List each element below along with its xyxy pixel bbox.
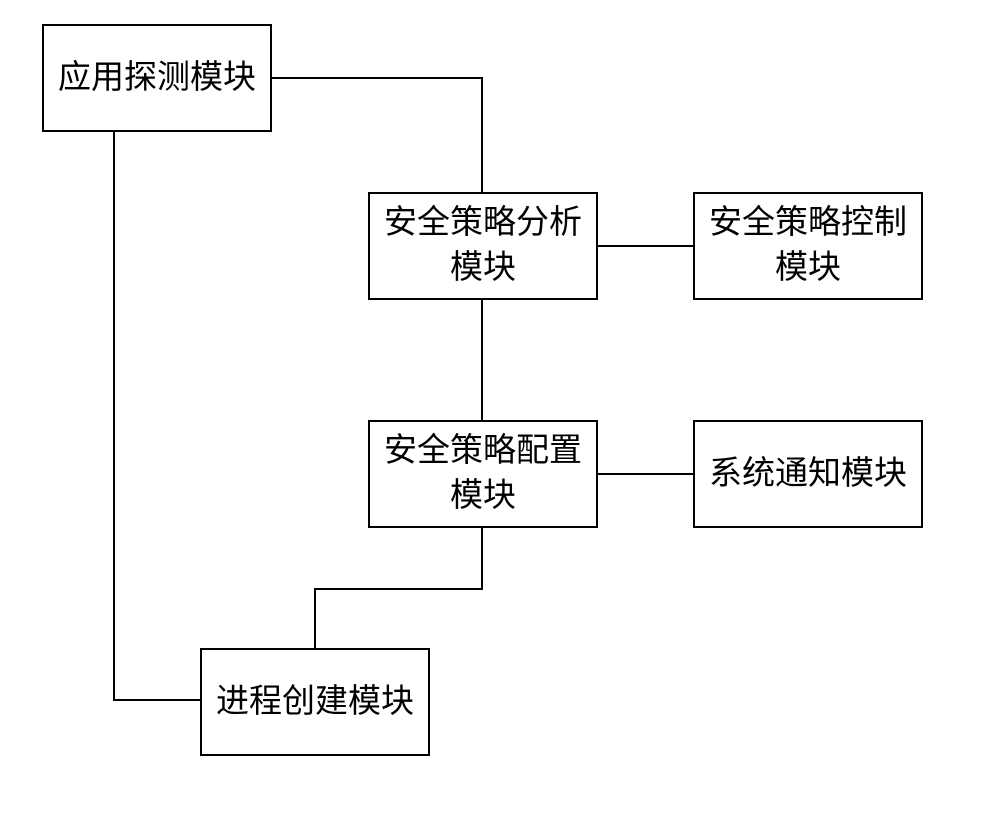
node-process-create: 进程创建模块 [200,648,430,756]
edge-policyconfig-systemnotify [598,473,693,475]
node-policy-config-label: 安全策略配置模块 [380,429,586,518]
edge-policyconfig-processcreate-h [314,588,483,590]
node-policy-control: 安全策略控制模块 [693,192,923,300]
edge-policyanalysis-policyconfig [481,300,483,420]
edge-policyconfig-processcreate-v1 [481,528,483,590]
edge-appdetect-processcreate-v [113,132,115,701]
edge-policyanalysis-policycontrol [598,245,693,247]
edge-appdetect-processcreate-h [113,699,200,701]
edge-appdetect-policyanalysis-v [481,77,483,192]
node-process-create-label: 进程创建模块 [216,680,414,725]
node-app-detect-label: 应用探测模块 [58,56,256,101]
node-policy-config: 安全策略配置模块 [368,420,598,528]
node-app-detect: 应用探测模块 [42,24,272,132]
diagram-canvas: 应用探测模块 安全策略分析模块 安全策略控制模块 安全策略配置模块 系统通知模块… [0,0,1000,817]
node-system-notify: 系统通知模块 [693,420,923,528]
node-system-notify-label: 系统通知模块 [709,452,907,497]
edge-appdetect-policyanalysis-h [272,77,483,79]
edge-policyconfig-processcreate-v2 [314,588,316,648]
node-policy-analysis-label: 安全策略分析模块 [380,201,586,290]
node-policy-analysis: 安全策略分析模块 [368,192,598,300]
node-policy-control-label: 安全策略控制模块 [705,201,911,290]
